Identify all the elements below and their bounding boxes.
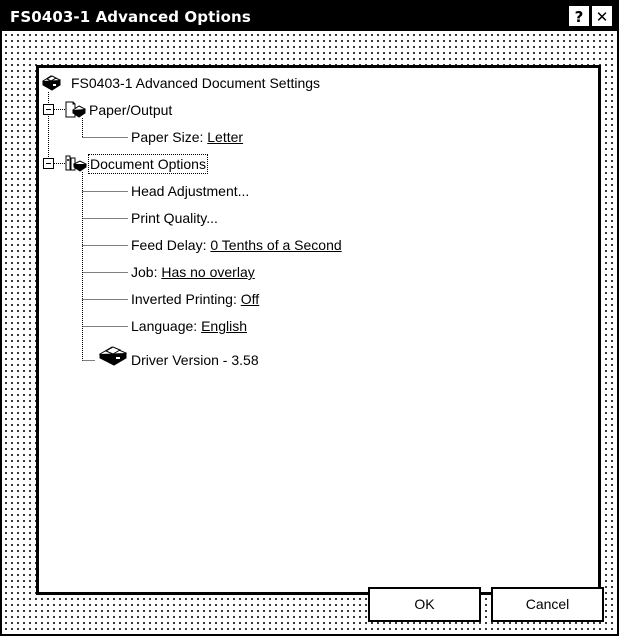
- printer-icon: [96, 343, 130, 372]
- tree-item-head-adjustment[interactable]: Head Adjustment...: [131, 182, 249, 200]
- print-quality-label: Print Quality...: [131, 210, 218, 226]
- language-value[interactable]: English: [201, 318, 247, 334]
- job-label: Job:: [131, 264, 158, 280]
- dialog-body: FS0403-1 Advanced Document Settings Pape…: [2, 31, 617, 634]
- cancel-button[interactable]: Cancel: [491, 587, 604, 622]
- advanced-options-dialog: FS0403-1 Advanced Options ? ✕ FS0403-1 A…: [0, 0, 619, 636]
- language-label: Language:: [131, 318, 198, 334]
- ok-button[interactable]: OK: [368, 587, 481, 622]
- tree-root-label[interactable]: FS0403-1 Advanced Document Settings: [71, 74, 320, 92]
- tree-connector-lines: [43, 92, 128, 361]
- tree-item-print-quality[interactable]: Print Quality...: [131, 209, 218, 227]
- window-title: FS0403-1 Advanced Options: [10, 8, 251, 26]
- document-options-icon: [63, 154, 88, 179]
- tree-item-language[interactable]: Language: English: [131, 317, 247, 335]
- paper-size-value[interactable]: Letter: [207, 129, 243, 145]
- title-bar[interactable]: FS0403-1 Advanced Options ? ✕: [2, 2, 617, 31]
- paper-size-label: Paper Size:: [131, 129, 204, 145]
- tree-paper-output-label[interactable]: Paper/Output: [89, 101, 172, 119]
- settings-tree[interactable]: FS0403-1 Advanced Document Settings Pape…: [36, 65, 601, 595]
- tree-item-paper-size[interactable]: Paper Size: Letter: [131, 128, 243, 146]
- job-value[interactable]: Has no overlay: [161, 264, 254, 280]
- tree-document-options-label[interactable]: Document Options: [88, 154, 208, 174]
- printer-icon: [40, 73, 62, 96]
- paper-output-icon: [64, 100, 86, 125]
- close-button[interactable]: ✕: [592, 6, 612, 26]
- inverted-printing-value[interactable]: Off: [241, 291, 259, 307]
- tree-driver-version-label[interactable]: Driver Version - 3.58: [131, 351, 259, 369]
- tree-item-feed-delay[interactable]: Feed Delay: 0 Tenths of a Second: [131, 236, 342, 254]
- tree-item-inverted-printing[interactable]: Inverted Printing: Off: [131, 290, 259, 308]
- head-adjustment-label: Head Adjustment...: [131, 183, 250, 199]
- tree-item-job[interactable]: Job: Has no overlay: [131, 263, 255, 281]
- inverted-printing-label: Inverted Printing:: [131, 291, 237, 307]
- help-button[interactable]: ?: [569, 6, 589, 26]
- feed-delay-value[interactable]: 0 Tenths of a Second: [210, 237, 341, 253]
- feed-delay-label: Feed Delay:: [131, 237, 207, 253]
